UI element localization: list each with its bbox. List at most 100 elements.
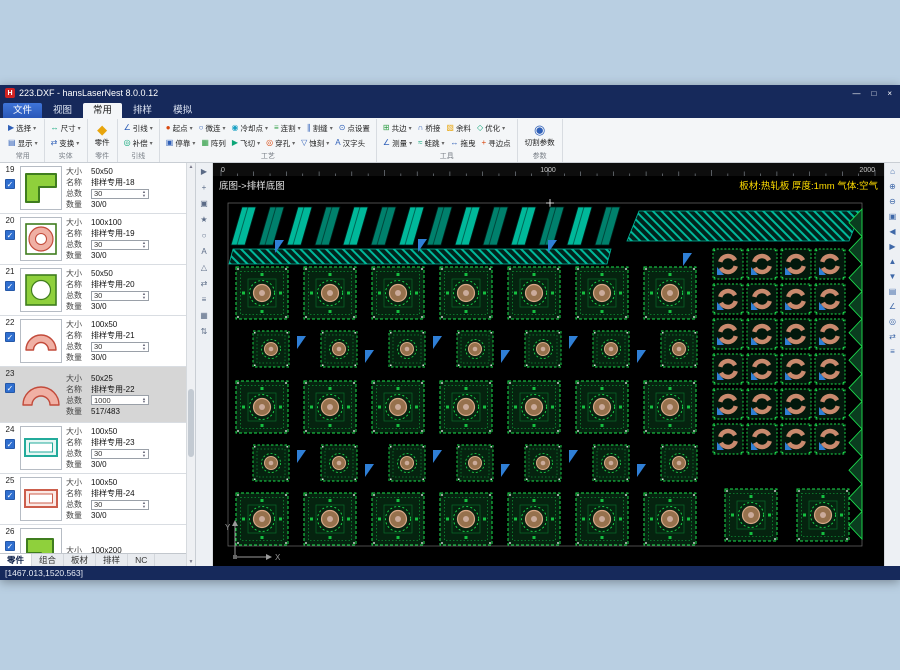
menu-tab-视图[interactable]: 视图 — [43, 103, 82, 118]
target-icon[interactable]: ◎ — [889, 318, 896, 326]
ribbon-button-阵列[interactable]: ▦阵列 — [198, 137, 229, 150]
menu-tab-模拟[interactable]: 模拟 — [163, 103, 202, 118]
pan-down-icon[interactable]: ▼ — [889, 273, 897, 281]
scroll-down-icon[interactable]: ▼ — [189, 559, 194, 565]
part-item[interactable]: 22✓大小100x50名称排样专用-21总数30▲▼数量30/0 — [0, 316, 186, 367]
part-checkbox[interactable]: ✓ — [5, 383, 15, 393]
close-button[interactable]: × — [887, 89, 892, 98]
ribbon-button-共边[interactable]: ⊞共边▾ — [380, 122, 415, 135]
ribbon-button-补偿[interactable]: ◎补偿▾ — [121, 137, 156, 150]
ribbon-button-拖曳[interactable]: ↔拖曳 — [448, 137, 479, 150]
ribbon-button-选择[interactable]: ▶选择▾ — [5, 122, 41, 135]
part-checkbox[interactable]: ✓ — [5, 490, 15, 500]
part-total-input[interactable]: 30▲▼ — [91, 189, 149, 199]
ribbon-button-割缝[interactable]: ∥割缝▾ — [304, 122, 336, 135]
ribbon-button-零件[interactable]: ◆零件 — [91, 123, 114, 148]
part-item[interactable]: 20✓大小100x100名称排样专用-19总数30▲▼数量30/0 — [0, 214, 186, 265]
ribbon-button-桥接[interactable]: ∩桥接 — [415, 122, 444, 135]
parts-scrollbar[interactable]: ▲ ▼ — [186, 163, 195, 566]
part-total-input[interactable]: 30▲▼ — [91, 291, 149, 301]
part-item[interactable]: 26✓大小100x200 — [0, 525, 186, 553]
part-total-input[interactable]: 30▲▼ — [91, 500, 149, 510]
part-total-input[interactable]: 1000▲▼ — [91, 395, 149, 405]
total-spinner-icon[interactable]: ▲▼ — [142, 343, 146, 350]
parts-tab-板材[interactable]: 板材 — [64, 554, 96, 566]
total-spinner-icon[interactable]: ▲▼ — [142, 501, 146, 508]
ribbon-button-蚀刻[interactable]: ▽蚀刻▾ — [298, 137, 332, 150]
star-tool-icon[interactable]: ★ — [200, 216, 207, 224]
maximize-button[interactable]: □ — [871, 89, 876, 98]
ribbon-button-蛙跳[interactable]: ≈蛙跳▾ — [415, 137, 447, 150]
part-item[interactable]: 25✓大小100x50名称排样专用-24总数30▲▼数量30/0 — [0, 474, 186, 525]
select-tool-icon[interactable]: ▶ — [201, 168, 207, 176]
ribbon-button-显示[interactable]: ▤显示▾ — [5, 137, 41, 150]
ribbon-button-冷却点[interactable]: ◉冷却点▾ — [229, 122, 272, 135]
total-spinner-icon[interactable]: ▲▼ — [142, 450, 146, 457]
part-checkbox[interactable]: ✓ — [5, 541, 15, 551]
rotate-tool-icon[interactable]: ⇄ — [201, 280, 208, 288]
pan-up-icon[interactable]: ▲ — [889, 258, 897, 266]
circle-tool-icon[interactable]: ○ — [202, 232, 207, 240]
zoom-window-icon[interactable]: ▣ — [200, 200, 208, 208]
ribbon-button-起点[interactable]: ●起点▾ — [163, 122, 196, 135]
ribbon-button-寻边点[interactable]: +寻边点 — [479, 137, 514, 150]
grid-tool-icon[interactable]: ▦ — [200, 312, 208, 320]
ribbon-button-连割[interactable]: ≡连割▾ — [271, 122, 304, 135]
text-tool-icon[interactable]: A — [201, 248, 206, 256]
total-spinner-icon[interactable]: ▲▼ — [142, 190, 146, 197]
part-checkbox[interactable]: ✓ — [5, 332, 15, 342]
menu-tab-文件[interactable]: 文件 — [3, 103, 42, 118]
total-spinner-icon[interactable]: ▲▼ — [142, 397, 146, 404]
part-item[interactable]: 23✓大小50x25名称排样专用-22总数1000▲▼数量517/483 — [0, 367, 186, 423]
expand-tool-icon[interactable]: ⇅ — [201, 328, 208, 336]
ribbon-button-尺寸[interactable]: ↔尺寸▾ — [48, 122, 84, 135]
swap-view-icon[interactable]: ⇄ — [889, 333, 896, 341]
ribbon-button-变换[interactable]: ⇄变换▾ — [48, 137, 84, 150]
list-tool-icon[interactable]: ≡ — [202, 296, 207, 304]
zoom-out-icon[interactable]: ⊖ — [889, 198, 896, 206]
part-total-input[interactable]: 30▲▼ — [91, 449, 149, 459]
part-checkbox[interactable]: ✓ — [5, 281, 15, 291]
scroll-up-icon[interactable]: ▲ — [189, 164, 194, 170]
part-item[interactable]: 21✓大小50x50名称排样专用-20总数30▲▼数量30/0 — [0, 265, 186, 316]
menu-tab-常用[interactable]: 常用 — [83, 103, 122, 118]
total-spinner-icon[interactable]: ▲▼ — [142, 241, 146, 248]
parts-tab-排样[interactable]: 排样 — [96, 554, 128, 566]
ribbon-button-汉字头[interactable]: A汉字头 — [332, 137, 368, 150]
nesting-canvas[interactable]: 010002000底图->排样底图板材:热轧板 厚度:1mm 气体:空气 — [213, 163, 884, 566]
pan-left-icon[interactable]: ◀ — [889, 228, 895, 236]
ribbon-button-点设置[interactable]: ⊙点设置 — [336, 122, 373, 135]
part-total-input[interactable]: 30▲▼ — [91, 240, 149, 250]
ribbon-button-穿孔[interactable]: ◎穿孔▾ — [263, 137, 298, 150]
part-total-input[interactable]: 30▲▼ — [91, 342, 149, 352]
scrollbar-thumb[interactable] — [188, 389, 194, 457]
menu-tab-排样[interactable]: 排样 — [123, 103, 162, 118]
ribbon-button-飞切[interactable]: ▶飞切▾ — [229, 137, 263, 150]
minimize-button[interactable]: — — [852, 89, 860, 98]
parts-tab-NC[interactable]: NC — [128, 554, 155, 566]
part-checkbox[interactable]: ✓ — [5, 179, 15, 189]
part-item[interactable]: 24✓大小100x50名称排样专用-23总数30▲▼数量30/0 — [0, 423, 186, 474]
zoom-in-icon[interactable]: ⊕ — [889, 183, 896, 191]
pan-right-icon[interactable]: ▶ — [889, 243, 895, 251]
parts-tab-零件[interactable]: 零件 — [0, 554, 32, 566]
part-checkbox[interactable]: ✓ — [5, 230, 15, 240]
ribbon-button-优化[interactable]: ◇优化▾ — [474, 122, 508, 135]
part-item[interactable]: 19✓大小50x50名称排样专用-18总数30▲▼数量30/0 — [0, 163, 186, 214]
measure-view-icon[interactable]: ∠ — [889, 303, 896, 311]
polygon-tool-icon[interactable]: △ — [201, 264, 207, 272]
total-spinner-icon[interactable]: ▲▼ — [142, 292, 146, 299]
ribbon-button-切割参数[interactable]: ◉切割参数 — [521, 123, 559, 148]
ribbon-button-余料[interactable]: ▧余料 — [443, 122, 474, 135]
menu-more-icon[interactable]: ≡ — [890, 348, 895, 356]
part-checkbox[interactable]: ✓ — [5, 439, 15, 449]
home-view-icon[interactable]: ⌂ — [890, 168, 895, 176]
pan-tool-icon[interactable]: + — [202, 184, 207, 192]
fit-view-icon[interactable]: ▣ — [889, 213, 897, 221]
parts-tab-组合[interactable]: 组合 — [32, 554, 64, 566]
ribbon-button-微连[interactable]: ○微连▾ — [196, 122, 229, 135]
layers-icon[interactable]: ▤ — [889, 288, 897, 296]
ribbon-button-测量[interactable]: ∠测量▾ — [380, 137, 415, 150]
ribbon-button-引线[interactable]: ∠引线▾ — [121, 122, 156, 135]
ribbon-button-停靠[interactable]: ▣停靠▾ — [163, 137, 199, 150]
